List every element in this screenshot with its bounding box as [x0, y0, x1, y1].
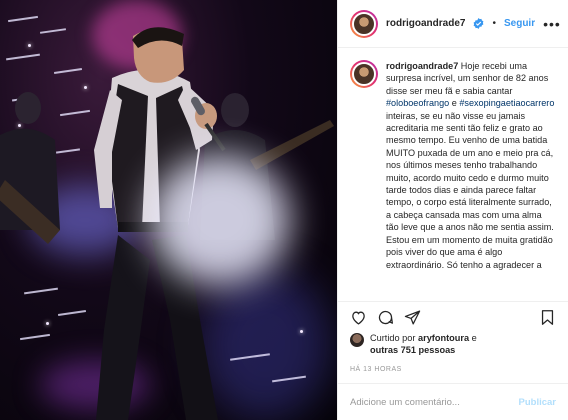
author-avatar[interactable] [350, 9, 378, 38]
likes-text: Curtido por aryfontoura e outras 751 pes… [370, 332, 477, 356]
comment-icon[interactable] [377, 309, 394, 326]
follow-button[interactable]: Seguir [504, 18, 535, 29]
stage-light-white [150, 155, 290, 285]
likes-middle: e [469, 333, 477, 343]
caption-author-avatar[interactable] [350, 60, 378, 88]
caption-text-part: inteiras, se eu não visse eu jamais acre… [386, 110, 554, 270]
post-header: rodrigoandrade7 • Seguir ••• [338, 0, 568, 48]
avatar-image [352, 11, 376, 36]
post-timestamp[interactable]: HÁ 13 HORAS [338, 360, 568, 384]
verified-badge-icon [474, 18, 484, 29]
bookmark-icon[interactable] [539, 309, 556, 326]
publish-button[interactable]: Publicar [519, 397, 557, 408]
more-options-icon[interactable]: ••• [543, 17, 561, 31]
caption-text: rodrigoandrade7 Hoje recebi uma surpresa… [386, 60, 556, 271]
avatar-image [352, 62, 376, 86]
comment-input[interactable] [350, 396, 519, 408]
action-bar [338, 302, 568, 332]
hashtag-link[interactable]: #oloboeofrango [386, 98, 449, 108]
likes-summary: Curtido por aryfontoura e outras 751 pes… [338, 332, 568, 360]
add-comment-bar: Publicar [338, 384, 568, 420]
hashtag-link[interactable]: #sexopingaetiaocarrero [459, 98, 554, 108]
heart-icon[interactable] [350, 309, 367, 326]
liker-avatar[interactable] [350, 333, 364, 347]
caption: rodrigoandrade7 Hoje recebi uma surpresa… [350, 60, 556, 271]
share-icon[interactable] [404, 309, 421, 326]
caption-text-part: e [449, 98, 460, 109]
post-side-panel: rodrigoandrade7 • Seguir ••• rodrigoandr… [337, 0, 568, 420]
author-username[interactable]: rodrigoandrade7 [386, 18, 465, 29]
separator-dot: • [492, 18, 496, 29]
comments-area[interactable]: rodrigoandrade7 Hoje recebi uma surpresa… [338, 48, 568, 302]
post-photo[interactable] [0, 0, 337, 420]
caption-username[interactable]: rodrigoandrade7 [386, 61, 458, 71]
liker-username[interactable]: aryfontoura [418, 333, 469, 343]
likes-prefix: Curtido por [370, 333, 419, 343]
likes-others-link[interactable]: outras 751 pessoas [370, 345, 455, 355]
instagram-post: rodrigoandrade7 • Seguir ••• rodrigoandr… [0, 0, 568, 420]
